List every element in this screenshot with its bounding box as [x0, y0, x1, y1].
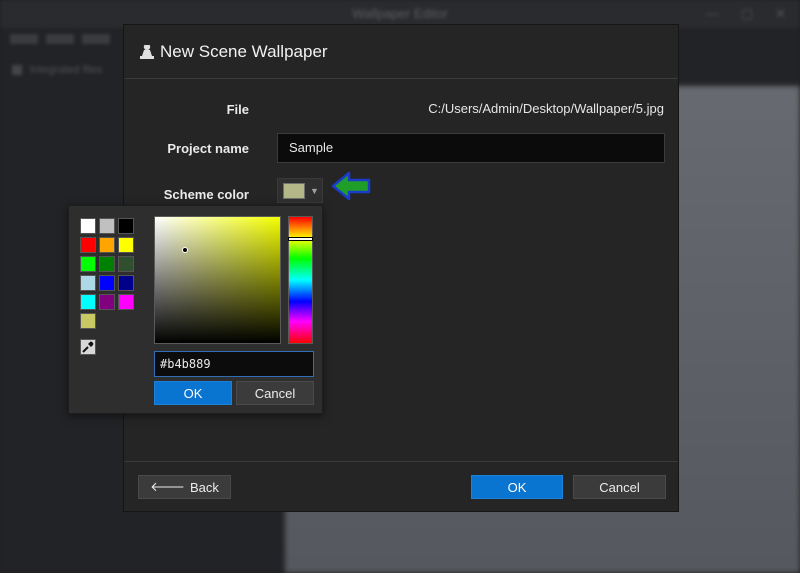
preset-swatches — [80, 218, 134, 329]
maximize-icon: ▢ — [740, 6, 754, 21]
scheme-color-label: Scheme color — [163, 187, 249, 202]
background-sidebar-item: Integrated files — [12, 64, 102, 76]
preset-swatch[interactable] — [99, 275, 115, 291]
eyedropper-button[interactable] — [80, 339, 96, 355]
scheme-color-picker-button[interactable]: ▼ — [277, 178, 323, 203]
preset-swatch[interactable] — [118, 218, 134, 234]
preset-swatch[interactable] — [99, 294, 115, 310]
arrow-left-icon: 🡐 — [150, 479, 185, 494]
project-name-label: Project name — [167, 141, 249, 156]
preset-swatch[interactable] — [80, 294, 96, 310]
preset-swatch[interactable] — [118, 275, 134, 291]
preset-swatch[interactable] — [99, 237, 115, 253]
file-icon — [12, 65, 22, 75]
color-picker-popup: #b4b889 OK Cancel — [68, 205, 323, 414]
preset-swatch[interactable] — [118, 256, 134, 272]
preset-swatch[interactable] — [118, 237, 134, 253]
hue-slider[interactable] — [288, 216, 313, 344]
sidebar-item-label: Integrated files — [30, 64, 103, 76]
window-controls: — ▢ ✕ — [706, 6, 786, 22]
preset-swatch[interactable] — [80, 237, 96, 253]
picker-ok-button[interactable]: OK — [154, 381, 232, 405]
eyedropper-icon — [82, 341, 94, 353]
scene-icon — [140, 43, 154, 59]
preset-swatch[interactable] — [80, 256, 96, 272]
preset-swatch[interactable] — [99, 218, 115, 234]
ok-button[interactable]: OK — [471, 475, 563, 499]
color-selector-handle[interactable] — [182, 247, 188, 253]
picker-cancel-button[interactable]: Cancel — [236, 381, 314, 405]
dialog-header: New Scene Wallpaper — [124, 25, 678, 79]
hex-color-input[interactable]: #b4b889 — [154, 351, 314, 377]
saturation-value-area[interactable] — [154, 216, 281, 344]
hue-slider-handle[interactable] — [288, 237, 313, 241]
minimize-icon: — — [705, 6, 719, 21]
file-path: C:/Users/Admin/Desktop/Wallpaper/5.jpg — [428, 101, 664, 116]
preset-swatch[interactable] — [80, 275, 96, 291]
preset-swatch[interactable] — [80, 313, 96, 329]
back-button[interactable]: 🡐 Back — [138, 475, 231, 499]
background-toolbar — [0, 28, 130, 52]
preset-swatch[interactable] — [80, 218, 96, 234]
file-label: File — [226, 102, 249, 117]
scheme-color-swatch — [283, 182, 305, 199]
pointer-arrow-icon — [331, 171, 371, 201]
footer-divider — [124, 461, 678, 462]
cancel-button[interactable]: Cancel — [573, 475, 666, 499]
back-button-label: Back — [189, 479, 219, 495]
project-name-input[interactable]: Sample — [277, 133, 665, 163]
preset-swatch[interactable] — [99, 256, 115, 272]
preset-swatch[interactable] — [118, 294, 134, 310]
chevron-down-icon: ▼ — [310, 185, 319, 196]
dialog-title: New Scene Wallpaper — [160, 42, 328, 61]
close-icon: ✕ — [775, 6, 786, 21]
